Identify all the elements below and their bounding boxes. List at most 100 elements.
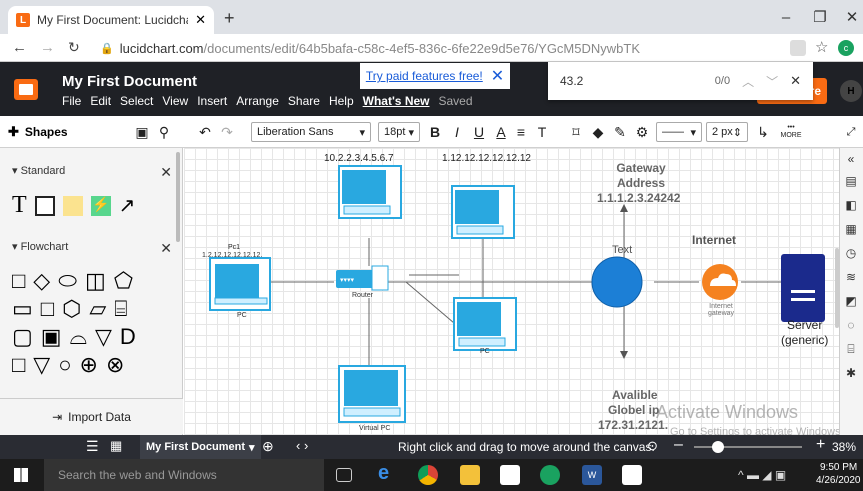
clock-date[interactable]: 4/26/2020: [816, 475, 861, 486]
history-icon[interactable]: ◷: [844, 246, 858, 260]
url-field[interactable]: 🔒 lucidchart.com/documents/edit/64b5bafa…: [100, 37, 780, 59]
browser-tab[interactable]: L My First Document: Lucidchart ✕: [8, 6, 214, 34]
presentation-icon[interactable]: ▦: [844, 222, 858, 236]
translate-icon[interactable]: [790, 40, 806, 56]
promo-link[interactable]: Try paid features free!: [366, 69, 483, 83]
menu-insert[interactable]: Insert: [197, 94, 227, 108]
undo-icon[interactable]: ↶: [196, 122, 214, 142]
clock-time[interactable]: 9:50 PM: [820, 462, 857, 473]
panel-scrollbar[interactable]: [176, 152, 180, 242]
underline-icon[interactable]: U: [472, 122, 486, 142]
ip-top-left[interactable]: 10.2.2.3.4.5.6.7: [324, 153, 394, 164]
internal-storage-shape[interactable]: ▣: [41, 326, 62, 348]
layers-icon[interactable]: ≋: [844, 270, 858, 284]
pc-icon-top-left[interactable]: [338, 165, 402, 219]
connector-shape[interactable]: ○: [58, 354, 71, 376]
import-data-button[interactable]: ⇥ Import Data: [0, 398, 183, 434]
subprocess-shape[interactable]: ◫: [85, 270, 106, 292]
reload-icon[interactable]: ↻: [68, 39, 80, 56]
zoom-in-icon[interactable]: +: [816, 436, 825, 454]
punched-tape-shape[interactable]: ⌓: [70, 326, 87, 348]
image-icon[interactable]: ▣: [134, 122, 150, 142]
back-icon[interactable]: ←: [12, 39, 27, 56]
chrome-icon[interactable]: [418, 465, 438, 485]
router-icon[interactable]: ▾▾▾▾: [336, 265, 389, 291]
zoom-slider-handle[interactable]: [712, 441, 724, 453]
magic-icon[interactable]: ✱: [844, 366, 858, 380]
find-next-icon[interactable]: ﹀: [766, 73, 778, 90]
menu-help[interactable]: Help: [329, 94, 354, 108]
preparation-shape[interactable]: ⬡: [62, 298, 81, 320]
photos-icon[interactable]: [622, 465, 642, 485]
page-list-icon[interactable]: ☰: [86, 438, 99, 455]
pc1-label[interactable]: Pc1: [228, 244, 240, 251]
text-color-icon[interactable]: A: [494, 122, 508, 142]
font-select[interactable]: Liberation Sans ▾: [251, 122, 371, 142]
file-explorer-icon[interactable]: [460, 465, 480, 485]
server-label-2[interactable]: (generic): [781, 333, 828, 347]
data-shape[interactable]: □: [41, 298, 54, 320]
flowchart-section-header[interactable]: ▾ Flowchart ✕: [12, 240, 172, 257]
store-icon[interactable]: [500, 465, 520, 485]
menu-file[interactable]: File: [62, 94, 81, 108]
available-ip-label-2[interactable]: Globel ip: [608, 403, 659, 417]
zoom-level[interactable]: 38%: [832, 440, 856, 454]
style-icon[interactable]: ⚙: [634, 122, 650, 142]
shape-options-icon[interactable]: ◧: [844, 198, 858, 212]
word-icon[interactable]: W: [582, 465, 602, 485]
data-icon[interactable]: ⌸: [844, 342, 858, 356]
menu-edit[interactable]: Edit: [90, 94, 111, 108]
menu-share[interactable]: Share: [288, 94, 320, 108]
pc-icon-right[interactable]: [453, 297, 517, 351]
gateway-label-2[interactable]: Address: [616, 176, 666, 190]
database-shape[interactable]: ⌸: [114, 298, 127, 320]
standard-section-header[interactable]: ▾ Standard ✕: [12, 164, 172, 181]
stored-data-shape[interactable]: ▢: [12, 326, 33, 348]
summing-shape[interactable]: ⊗: [106, 354, 124, 376]
delay-shape[interactable]: D: [120, 326, 136, 348]
comments-icon[interactable]: ◌: [844, 318, 858, 332]
internet-label[interactable]: Internet: [692, 233, 736, 247]
tab-close-icon[interactable]: ✕: [195, 12, 206, 28]
server-label-1[interactable]: Server: [787, 318, 822, 332]
find-input[interactable]: 43.2: [560, 74, 583, 88]
display-shape[interactable]: □: [12, 354, 25, 376]
line-style-select[interactable]: —— ▾: [656, 122, 702, 142]
page-tab[interactable]: My First Document ▾: [140, 435, 261, 459]
add-page-icon[interactable]: ⊕: [262, 438, 274, 455]
grid-view-icon[interactable]: ▦: [110, 438, 122, 454]
offpage-shape[interactable]: ⬠: [114, 270, 133, 292]
fill-color-icon[interactable]: ◆: [590, 122, 606, 142]
promo-close-icon[interactable]: ✕: [491, 66, 504, 86]
action-shape[interactable]: ⚡: [90, 195, 111, 216]
forward-icon[interactable]: →: [40, 39, 55, 56]
rectangle-shape[interactable]: [34, 195, 55, 216]
decision-shape[interactable]: ◇: [33, 270, 50, 292]
italic-icon[interactable]: I: [450, 122, 464, 142]
menu-view[interactable]: View: [162, 94, 188, 108]
ip-top-mid[interactable]: 1.12.12.12.12.12.12: [442, 153, 531, 164]
virtual-pc-icon[interactable]: [338, 365, 406, 423]
windows-start-icon[interactable]: [14, 468, 28, 482]
chrome-canary-icon[interactable]: [540, 465, 560, 485]
text-options-icon[interactable]: T: [534, 122, 550, 142]
redo-icon[interactable]: ↷: [218, 122, 236, 142]
document-title[interactable]: My First Document: [62, 73, 197, 90]
router-circle[interactable]: [591, 256, 643, 308]
star-icon[interactable]: ☆: [815, 38, 828, 56]
manual-op-shape[interactable]: ▽: [95, 326, 112, 348]
line-color-icon[interactable]: ✎: [612, 122, 628, 142]
internet-cloud-icon[interactable]: [702, 264, 738, 300]
gateway-ip[interactable]: 1.1.1.2.3.24242: [597, 191, 680, 205]
gateway-label-1[interactable]: Gateway: [616, 161, 666, 175]
terminator-shape[interactable]: ⬭: [58, 270, 77, 292]
arrow-shape[interactable]: ↗: [119, 193, 136, 218]
page-icon[interactable]: ▤: [844, 174, 858, 188]
pc-icon-top-mid[interactable]: [451, 185, 515, 239]
image-panel-icon[interactable]: ◩: [844, 294, 858, 308]
profile-icon[interactable]: c: [838, 40, 854, 56]
merge-shape[interactable]: ▽: [33, 354, 50, 376]
close-icon[interactable]: ✕: [160, 164, 172, 181]
zoom-slider[interactable]: [694, 446, 802, 448]
note-shape[interactable]: [62, 195, 83, 216]
